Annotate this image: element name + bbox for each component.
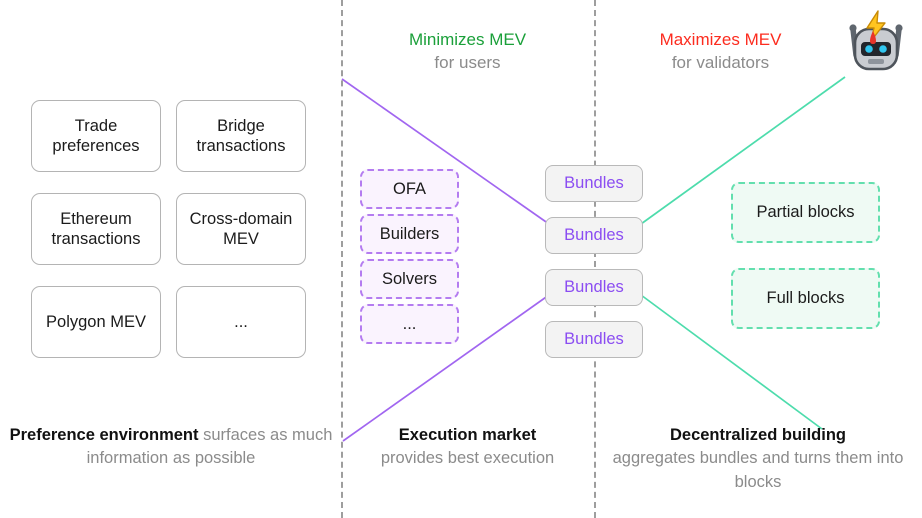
diagram-canvas: Trade preferences Bridge transactions Et… [0,0,922,518]
exec-card-label: Solvers [381,269,438,288]
pref-card-trade-preferences[interactable]: Trade preferences [31,100,161,172]
exec-card-label: ... [402,314,417,333]
exec-card-label: Builders [379,224,440,243]
caption-execution-market: Execution market provides best execution [341,424,594,471]
caption-strong: Preference environment [9,426,199,444]
pref-card-bridge-transactions[interactable]: Bridge transactions [176,100,306,172]
block-card-full-blocks[interactable]: Full blocks [731,268,880,329]
pref-card-label: Bridge transactions [196,116,286,155]
caption-soft: aggregates bundles and turns them into b… [612,449,904,491]
execution-market-header-main: Minimizes MEV [408,30,527,49]
robot-head-lightning-icon [849,10,903,71]
bundle-chip-label: Bundles [564,174,624,193]
bundle-chip-1[interactable]: Bundles [545,165,643,202]
bundle-chip-3[interactable]: Bundles [545,269,643,306]
exec-card-more[interactable]: ... [360,304,459,344]
pref-card-label: Ethereum transactions [51,209,141,248]
block-card-label: Full blocks [766,289,845,308]
pref-card-polygon-mev[interactable]: Polygon MEV [31,286,161,358]
pref-card-more[interactable]: ... [176,286,306,358]
exec-card-builders[interactable]: Builders [360,214,459,254]
caption-decentralized-building: Decentralized building aggregates bundle… [594,424,922,494]
caption-strong: Decentralized building [669,426,847,444]
block-card-partial-blocks[interactable]: Partial blocks [731,182,880,243]
caption-strong: Execution market [398,426,537,444]
bundle-chip-2[interactable]: Bundles [545,217,643,254]
pref-card-ethereum-transactions[interactable]: Ethereum transactions [31,193,161,265]
bundle-chip-label: Bundles [564,278,624,297]
bundle-chip-label: Bundles [564,330,624,349]
bundle-chip-4[interactable]: Bundles [545,321,643,358]
execution-market-header-sub: for users [434,53,501,73]
pref-card-cross-domain-mev[interactable]: Cross-domain MEV [176,193,306,265]
decentralized-building-header: Maximizes MEV for validators [594,28,847,75]
decentralized-building-header-main: Maximizes MEV [659,30,782,49]
bundle-chip-label: Bundles [564,226,624,245]
caption-preference-environment: Preference environment surfaces as much … [6,424,336,471]
exec-card-label: OFA [392,179,426,198]
decentralized-building-header-sub: for validators [671,53,770,73]
pref-card-label: Polygon MEV [46,312,146,331]
caption-soft: provides best execution [380,449,555,468]
execution-market-header: Minimizes MEV for users [341,28,594,75]
pref-card-label: ... [234,312,248,331]
exec-card-solvers[interactable]: Solvers [360,259,459,299]
pref-card-label: Trade preferences [52,116,140,155]
block-card-label: Partial blocks [756,203,855,222]
pref-card-label: Cross-domain MEV [189,209,293,248]
exec-card-ofa[interactable]: OFA [360,169,459,209]
